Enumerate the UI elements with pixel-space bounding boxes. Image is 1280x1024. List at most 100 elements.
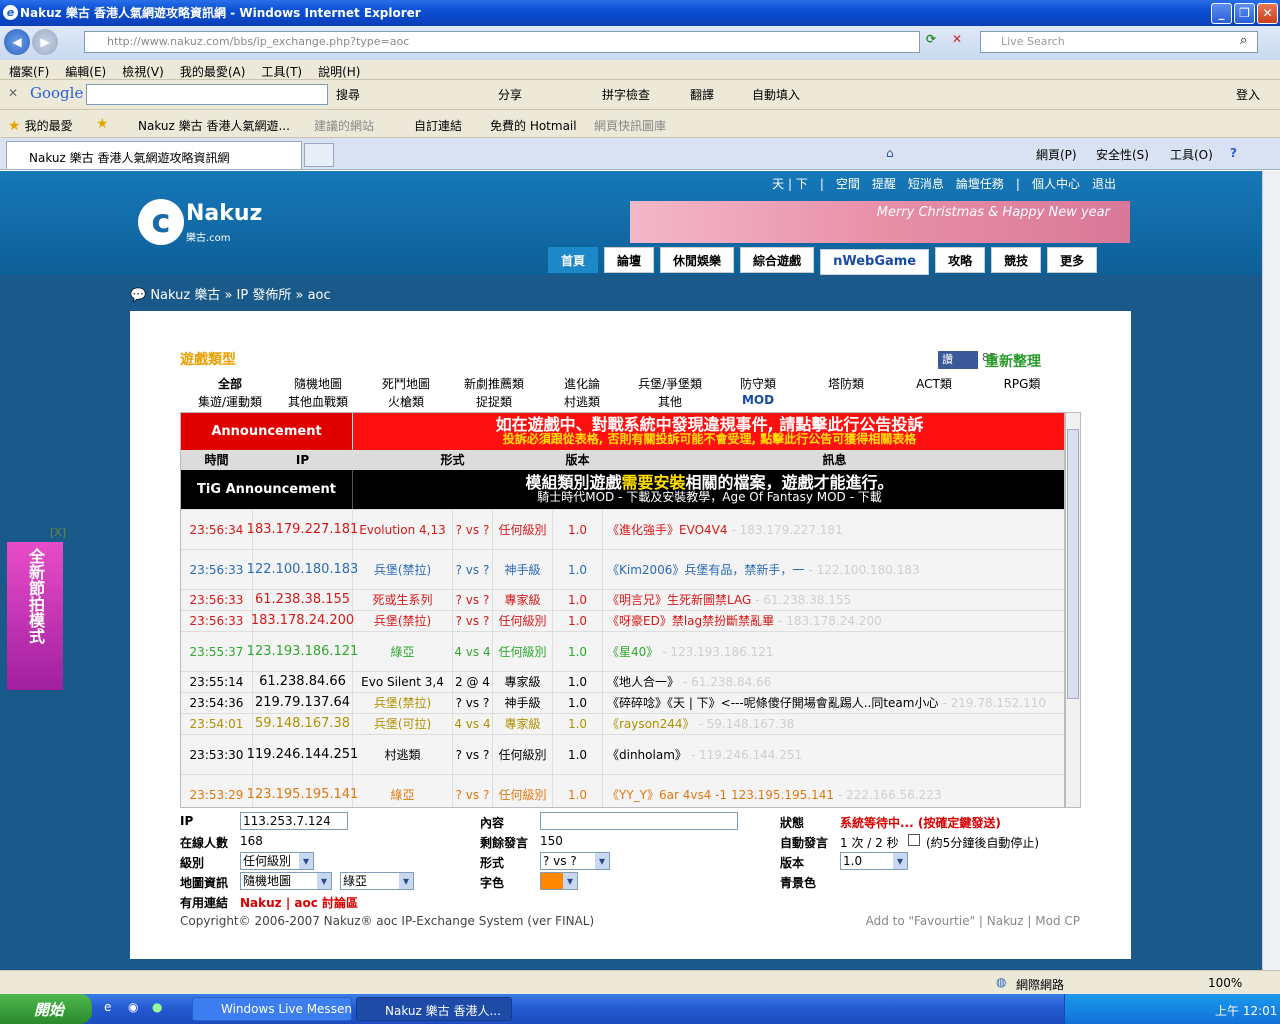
table-row[interactable]: 23:55:14 61.238.84.66 Evo Silent 3,4 2 @ 4專… xyxy=(181,672,1064,693)
user-link-space[interactable]: 空間 xyxy=(836,177,860,191)
help-icon[interactable]: ? xyxy=(1230,146,1237,160)
favorites-button[interactable]: ★ 我的最愛 xyxy=(8,117,73,134)
cell-ip[interactable]: 183.178.24.200 xyxy=(251,611,354,631)
autofill-button[interactable]: 自動填入 xyxy=(752,86,800,103)
tools-menu[interactable]: 工具(O) xyxy=(1170,146,1213,163)
font-color-select[interactable] xyxy=(540,872,578,890)
cell-ip[interactable]: 59.148.167.38 xyxy=(253,714,353,734)
game-type-row2-4[interactable]: 村逃類 xyxy=(532,393,632,410)
game-type-row1-8[interactable]: ACT類 xyxy=(884,375,984,392)
map-select[interactable]: 綠亞 xyxy=(340,872,414,890)
menu-help[interactable]: 說明(H) xyxy=(309,60,367,80)
game-type-row1-4[interactable]: 進化論 xyxy=(532,375,632,392)
nav-guides[interactable]: 攻略 xyxy=(935,247,986,273)
nav-home[interactable]: 首頁 xyxy=(548,247,599,273)
tig-download-links[interactable]: 騎士時代MOD - 下載及安裝教學，Age Of Fantasy MOD - 下… xyxy=(537,490,882,504)
table-row[interactable]: 23:54:36 219.79.137.64 兵堡(禁拉)? vs ? 神手級 1.0 《… xyxy=(181,693,1064,714)
share-button[interactable]: 分享 xyxy=(498,86,522,103)
table-row[interactable]: 23:53:29 123.195.195.141 綠亞? vs ? 任何級別 1.0 《Y… xyxy=(181,775,1064,807)
side-ad[interactable]: 全新節拍模式 xyxy=(7,542,63,690)
stop-icon[interactable]: ✕ xyxy=(952,32,972,52)
spellcheck-button[interactable]: 拼字檢查 xyxy=(602,86,650,103)
taskbar-ie[interactable]: Nakuz 樂古 香港人... xyxy=(356,997,512,1021)
table-row[interactable]: 23:54:01 59.148.167.38 兵堡(可拉) 4 vs 4 專家級 1.0 《… xyxy=(181,714,1064,735)
tab-nakuz[interactable]: Nakuz 樂古 香港人氣網遊攻略資訊網 xyxy=(6,141,302,169)
new-tab-button[interactable] xyxy=(304,143,334,167)
quicklaunch-messenger-icon[interactable]: ● xyxy=(152,1000,162,1014)
sign-in-button[interactable]: 登入 xyxy=(1236,86,1260,103)
level-select[interactable]: 任何級別 xyxy=(240,852,314,870)
cell-ip[interactable]: 123.195.195.141 xyxy=(247,775,358,807)
user-link-tasks[interactable]: 論壇任務 xyxy=(956,177,1004,191)
table-row[interactable]: 23:56:33 183.178.24.200 兵堡(禁拉)? vs ? 任何級別 1.… xyxy=(181,611,1064,632)
menu-tools[interactable]: 工具(T) xyxy=(252,60,309,80)
facebook-like-button[interactable]: 讚 xyxy=(938,351,978,369)
cell-ip[interactable]: 119.246.144.251 xyxy=(247,735,358,774)
christmas-banner[interactable]: Merry Christmas & Happy New year xyxy=(630,201,1130,243)
auto-checkbox[interactable] xyxy=(908,834,920,846)
content-input[interactable] xyxy=(540,812,738,830)
game-type-row2-0[interactable]: 集遊/運動類 xyxy=(180,393,280,410)
fav-link-custom[interactable]: 自訂連結 xyxy=(414,117,462,134)
google-search-input[interactable] xyxy=(86,84,328,105)
cell-ip[interactable]: 183.179.227.181 xyxy=(247,510,358,549)
cell-ip[interactable]: 122.100.180.183 xyxy=(247,550,358,589)
cell-ip[interactable]: 61.238.84.66 xyxy=(253,672,353,692)
address-input[interactable]: http://www.nakuz.com/bbs/ip_exchange.php… xyxy=(84,31,920,53)
menu-favorites[interactable]: 我的最愛(A) xyxy=(171,60,253,80)
user-link-notice[interactable]: 提醒 xyxy=(872,177,896,191)
cell-ip[interactable]: 61.238.38.155 xyxy=(253,590,353,610)
table-scrollbar[interactable] xyxy=(1065,412,1081,808)
start-button[interactable]: 開始 xyxy=(0,994,92,1024)
game-type-row1-5[interactable]: 兵堡/爭堡類 xyxy=(620,375,720,392)
table-row[interactable]: 23:56:33 122.100.180.183 兵堡(禁拉)? vs ? 神手級 1.… xyxy=(181,550,1064,590)
quicklaunch-ie-icon[interactable]: e xyxy=(104,1000,111,1014)
game-type-row1-7[interactable]: 塔防類 xyxy=(796,375,896,392)
mode-select[interactable]: ? vs ? xyxy=(540,852,610,870)
nav-forum[interactable]: 論壇 xyxy=(604,247,655,273)
page-menu[interactable]: 網頁(P) xyxy=(1036,146,1077,163)
cell-ip[interactable]: 219.79.137.64 xyxy=(253,693,353,713)
table-row[interactable]: 23:56:33 61.238.38.155 死或生系列? vs ? 專家級 1.0 《明… xyxy=(181,590,1064,611)
forward-button[interactable]: ▶ xyxy=(32,29,58,55)
quicklaunch-media-icon[interactable]: ◉ xyxy=(128,1000,138,1014)
nav-nwebgame[interactable]: nWebGame xyxy=(820,249,930,275)
close-button[interactable]: ✕ xyxy=(1257,3,1278,24)
scroll-thumb[interactable] xyxy=(1067,429,1079,699)
back-button[interactable]: ◀ xyxy=(4,29,30,55)
minimize-button[interactable]: _ xyxy=(1211,3,1232,24)
useful-links[interactable]: Nakuz | aoc 討論區 xyxy=(240,894,358,911)
game-type-row2-5[interactable]: 其他 xyxy=(620,393,720,410)
game-type-row1-9[interactable]: RPG類 xyxy=(972,375,1072,392)
map-type-select[interactable]: 隨機地圖 xyxy=(240,872,332,890)
tig-announcement-row[interactable]: TiG Announcement 模組類別遊戲需要安裝相關的檔案，遊戲才能進行。… xyxy=(181,470,1064,510)
menu-file[interactable]: 檔案(F) xyxy=(0,60,56,80)
game-type-row2-1[interactable]: 其他血戰類 xyxy=(268,393,368,410)
version-select[interactable]: 1.0 xyxy=(840,852,908,870)
user-link-profile[interactable]: 個人中心 xyxy=(1032,177,1080,191)
site-logo[interactable]: c Nakuz 樂古.com xyxy=(138,199,278,245)
taskbar-messenger[interactable]: Windows Live Messen... xyxy=(192,997,352,1021)
fav-link-webslice[interactable]: 網頁快訊圖庫 xyxy=(594,117,666,134)
page-scrollbar[interactable] xyxy=(1262,171,1280,970)
google-search-button[interactable]: 搜尋 xyxy=(336,86,360,103)
game-type-row2-2[interactable]: 火槍類 xyxy=(356,393,456,410)
maximize-button[interactable]: ❐ xyxy=(1234,3,1255,24)
game-type-row1-3[interactable]: 新劇推薦類 xyxy=(444,375,544,392)
menu-edit[interactable]: 編輯(E) xyxy=(56,60,113,80)
refresh-icon[interactable]: ⟳ xyxy=(926,32,946,52)
table-row[interactable]: 23:56:34 183.179.227.181 Evolution 4,13? v… xyxy=(181,510,1064,550)
game-type-row1-0[interactable]: 全部 xyxy=(180,375,280,392)
user-link-pm[interactable]: 短消息 xyxy=(908,177,944,191)
ad-close-button[interactable]: [X] xyxy=(50,526,66,539)
fav-link-nakuz[interactable]: Nakuz 樂古 香港人氣網遊... xyxy=(138,117,290,134)
nav-leisure[interactable]: 休閒娛樂 xyxy=(660,247,735,273)
game-type-row2-3[interactable]: 捉捉類 xyxy=(444,393,544,410)
table-row[interactable]: 23:53:30 119.246.144.251 村逃類? vs ? 任何級別 1.0 《… xyxy=(181,735,1064,775)
game-type-row1-2[interactable]: 死鬥地圖 xyxy=(356,375,456,392)
nav-more[interactable]: 更多 xyxy=(1047,247,1098,273)
fav-link-hotmail[interactable]: 免費的 Hotmail xyxy=(490,117,577,134)
announcement-row[interactable]: Announcement 如在遊戲中、對戰系統中發現違規事件, 請點擊此行公告投… xyxy=(181,413,1064,451)
ip-input[interactable]: 113.253.7.124 xyxy=(240,812,348,830)
footer-links[interactable]: Add to "Favourtie" | Nakuz | Mod CP xyxy=(866,914,1080,928)
